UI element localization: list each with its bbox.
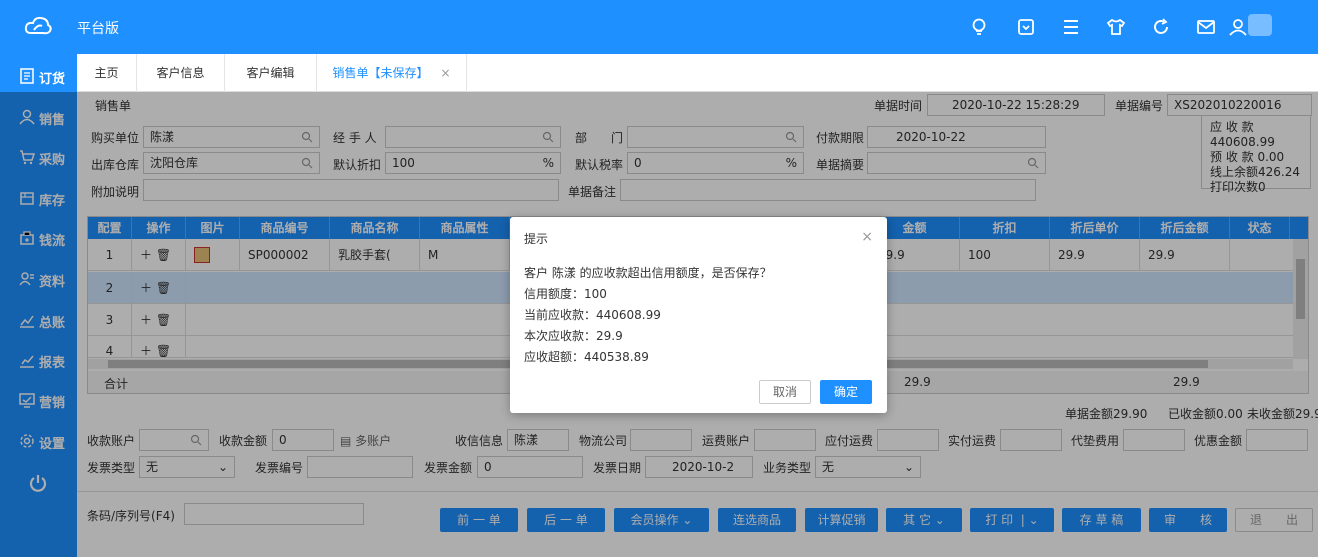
tab-home[interactable]: 主页 xyxy=(77,54,137,92)
this-receivable-text: 本次应收款：29.9 xyxy=(524,329,623,343)
download-box-icon[interactable] xyxy=(1016,17,1036,37)
cloud-logo-icon xyxy=(24,16,52,35)
close-icon[interactable]: × xyxy=(861,229,873,245)
tab-bar: 主页 客户信息 客户编辑 销售单【未保存】 × xyxy=(77,54,1318,92)
current-receivable-text: 当前应收款：440608.99 xyxy=(524,308,661,322)
app-brand: 平台版 xyxy=(77,21,119,37)
order-icon xyxy=(20,68,34,84)
cancel-button[interactable]: 取消 xyxy=(759,380,811,404)
user-icon[interactable] xyxy=(1228,17,1248,37)
menu-icon[interactable] xyxy=(1061,17,1081,37)
shirt-icon[interactable] xyxy=(1106,17,1126,37)
tab-label: 客户编辑 xyxy=(246,66,295,80)
tab-customer-info[interactable]: 客户信息 xyxy=(137,54,225,92)
tab-label: 销售单【未保存】 xyxy=(332,66,429,80)
refresh-icon[interactable] xyxy=(1151,17,1171,37)
top-bar: 平台版 xyxy=(0,0,1318,54)
credit-limit-dialog: 提示 × 客户 陈漾 的应收款超出信用额度，是否保存？ 信用额度：100 当前应… xyxy=(510,217,887,413)
overage-text: 应收超额：440538.89 xyxy=(524,350,649,364)
mail-icon[interactable] xyxy=(1196,17,1216,37)
user-name-blurred[interactable] xyxy=(1248,14,1272,36)
confirm-button[interactable]: 确定 xyxy=(820,380,872,404)
tab-label: 主页 xyxy=(94,66,119,80)
tab-sales-order[interactable]: 销售单【未保存】 × xyxy=(317,54,467,92)
sidebar-item-order[interactable]: 订货 xyxy=(0,64,77,90)
sidebar-item-label: 订货 xyxy=(39,72,66,87)
credit-limit-text: 信用额度：100 xyxy=(524,287,607,301)
tab-customer-edit[interactable]: 客户编辑 xyxy=(225,54,317,92)
tab-label: 客户信息 xyxy=(156,66,205,80)
dialog-message: 客户 陈漾 的应收款超出信用额度，是否保存？ xyxy=(524,266,772,280)
dialog-title: 提示 xyxy=(524,232,549,246)
bulb-icon[interactable] xyxy=(969,17,989,37)
tab-close-icon[interactable]: × xyxy=(440,66,450,80)
